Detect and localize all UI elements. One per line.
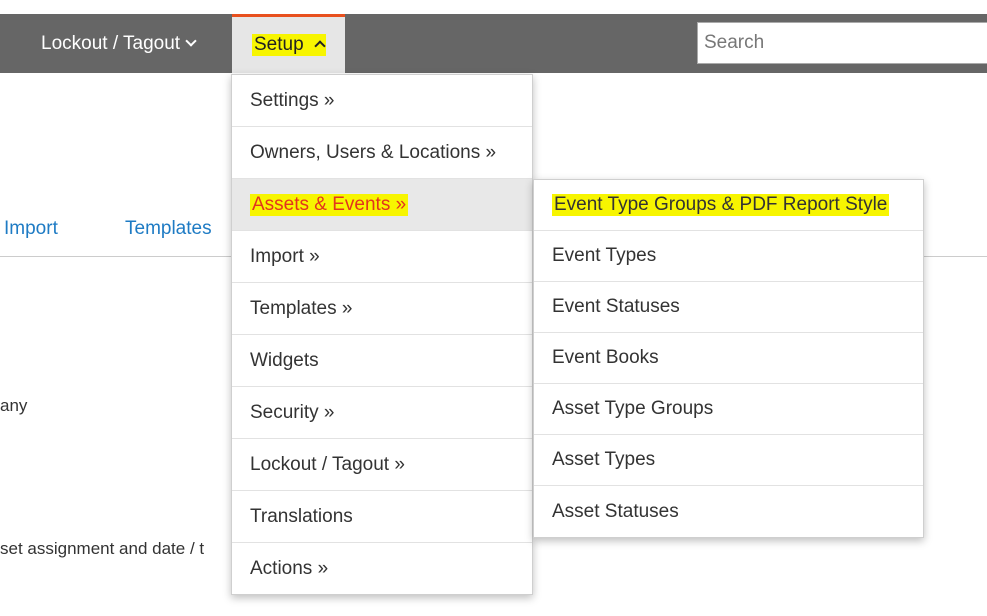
submenu-item-event-books[interactable]: Event Books: [534, 333, 923, 384]
assets-events-submenu: Event Type Groups & PDF Report Style Eve…: [533, 179, 924, 538]
tab-import[interactable]: Import: [4, 218, 58, 240]
nav-setup-label: Setup: [254, 34, 304, 55]
submenu-item-asset-types[interactable]: Asset Types: [534, 435, 923, 486]
menu-item-owners-users-locations[interactable]: Owners, Users & Locations »: [232, 127, 532, 179]
menu-item-actions[interactable]: Actions »: [232, 543, 532, 595]
menu-item-assets-events-label: Assets & Events »: [250, 193, 409, 216]
top-navigation-bar: Lockout / Tagout Setup: [0, 14, 987, 73]
menu-item-settings[interactable]: Settings »: [232, 75, 532, 127]
nav-lockout-tagout[interactable]: Lockout / Tagout: [41, 14, 197, 73]
background-text: any: [0, 396, 28, 415]
setup-highlight: Setup: [252, 34, 326, 56]
nav-setup[interactable]: Setup: [232, 14, 345, 73]
background-text: set assignment and date / t: [0, 539, 205, 558]
submenu-item-asset-statuses[interactable]: Asset Statuses: [534, 486, 923, 537]
submenu-item-event-statuses[interactable]: Event Statuses: [534, 282, 923, 333]
chevron-up-icon: [314, 40, 326, 52]
nav-lockout-label: Lockout / Tagout: [41, 32, 181, 54]
submenu-item-asset-type-groups[interactable]: Asset Type Groups: [534, 384, 923, 435]
menu-item-import[interactable]: Import »: [232, 231, 532, 283]
search-input[interactable]: [697, 22, 987, 64]
setup-dropdown-menu: Settings » Owners, Users & Locations » A…: [231, 74, 533, 595]
submenu-item-event-type-groups[interactable]: Event Type Groups & PDF Report Style: [534, 180, 923, 231]
menu-item-lockout-tagout[interactable]: Lockout / Tagout »: [232, 439, 532, 491]
chevron-down-icon: [185, 35, 197, 47]
menu-item-security[interactable]: Security »: [232, 387, 532, 439]
menu-item-widgets[interactable]: Widgets: [232, 335, 532, 387]
submenu-item-event-types[interactable]: Event Types: [534, 231, 923, 282]
menu-item-templates[interactable]: Templates »: [232, 283, 532, 335]
menu-item-translations[interactable]: Translations: [232, 491, 532, 543]
menu-item-assets-events[interactable]: Assets & Events »: [232, 179, 532, 231]
submenu-item-event-type-groups-label: Event Type Groups & PDF Report Style: [552, 194, 890, 216]
tab-templates[interactable]: Templates: [125, 218, 212, 240]
